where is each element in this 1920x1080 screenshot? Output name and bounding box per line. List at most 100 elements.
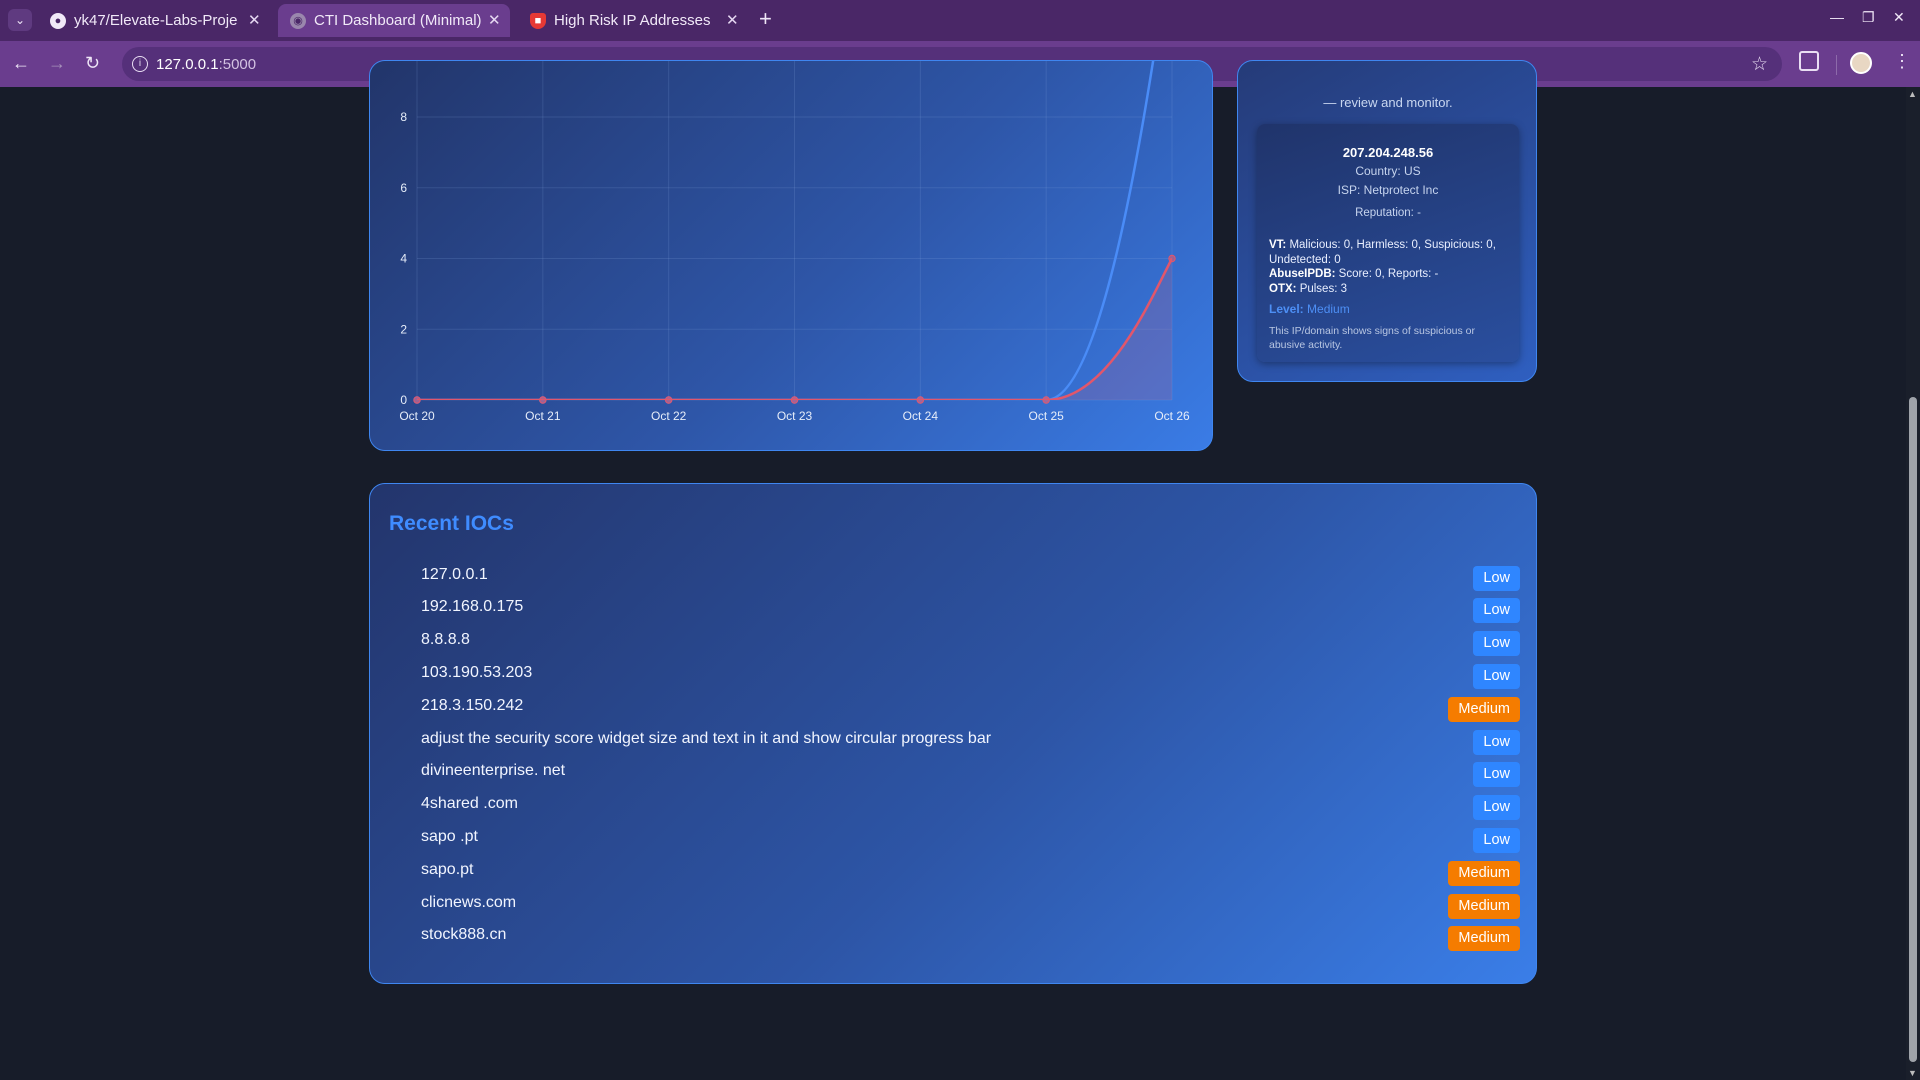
scroll-thumb[interactable] — [1909, 397, 1917, 1062]
ioc-value: sapo.pt — [421, 861, 474, 878]
globe-icon: ◉ — [290, 13, 306, 29]
severity-badge: Low — [1473, 762, 1520, 787]
list-item: 8.8.8.8 Low — [370, 627, 1538, 657]
list-item: 4shared .com Low — [370, 791, 1538, 821]
ioc-value: 8.8.8.8 — [421, 631, 470, 648]
severity-badge: Medium — [1448, 894, 1520, 919]
abuse-label: AbuseIPDB: — [1269, 268, 1336, 280]
tab-high-risk-ip[interactable]: ■ High Risk IP Addresses ✕ — [518, 4, 750, 37]
level-value: Medium — [1307, 302, 1350, 316]
tab-search-button[interactable]: ⌄ — [8, 9, 32, 31]
y-tick-label: 2 — [400, 322, 407, 336]
list-item: 103.190.53.203 Low — [370, 660, 1538, 690]
scroll-up-arrow-icon[interactable]: ▲ — [1908, 89, 1917, 99]
x-tick-label: Oct 25 — [1028, 409, 1064, 423]
page-scrollbar[interactable]: ▲ ▼ — [1906, 87, 1920, 1080]
recent-iocs-title: Recent IOCs — [389, 512, 514, 535]
vt-text: Malicious: 0, Harmless: 0, Suspicious: 0… — [1269, 239, 1496, 266]
list-item: 192.168.0.175 Low — [370, 594, 1538, 624]
ioc-value: 192.168.0.175 — [421, 598, 524, 615]
data-point — [539, 396, 547, 404]
x-tick-label: Oct 23 — [777, 409, 813, 423]
close-tab-icon[interactable]: ✕ — [726, 11, 739, 29]
tab-label: High Risk IP Addresses — [554, 12, 711, 29]
tab-label: yk47/Elevate-Labs-Proje — [74, 12, 238, 29]
ioc-ip: 207.204.248.56 — [1342, 145, 1434, 160]
back-button[interactable]: ← — [12, 53, 30, 74]
ioc-value: 103.190.53.203 — [421, 664, 533, 681]
data-point — [790, 396, 799, 404]
data-point — [664, 396, 673, 404]
ioc-value: stock888.cn — [421, 926, 507, 943]
severity-badge: Low — [1473, 664, 1520, 689]
ioc-trend-chart: 0 2 4 6 8 Oct 20 Oct 21 Oct 22 Oct 23 Oct 24 Oct 2… — [399, 61, 1190, 423]
extensions-icon[interactable] — [1799, 51, 1819, 71]
ioc-detail-card: 207.204.248.56 Country: US ISP: Netprote… — [1257, 124, 1519, 362]
profile-avatar[interactable] — [1850, 52, 1872, 74]
ioc-note: This IP/domain shows signs of suspicious… — [1269, 325, 1476, 351]
ioc-value: divineenterprise. net — [421, 762, 566, 779]
url-text: 127.0.0.1:5000 — [156, 56, 256, 73]
minimize-button[interactable]: — — [1830, 9, 1844, 25]
data-point — [1168, 254, 1176, 263]
close-window-button[interactable]: ✕ — [1893, 9, 1905, 26]
severity-badge: Medium — [1448, 861, 1520, 886]
data-point — [413, 396, 421, 404]
list-item: stock888.cn Medium — [370, 922, 1538, 952]
otx-label: OTX: — [1269, 282, 1297, 295]
abuse-text: Score: 0, Reports: - — [1338, 268, 1439, 280]
list-item: 127.0.0.1 Low — [370, 562, 1538, 592]
browser-tab-bar: ⌄ ● yk47/Elevate-Labs-Proje ✕ ◉ CTI Dash… — [0, 0, 1920, 41]
otx-text: Pulses: 3 — [1299, 282, 1347, 295]
github-icon: ● — [50, 13, 66, 29]
tab-cti-dashboard[interactable]: ◉ CTI Dashboard (Minimal) ✕ — [278, 4, 510, 37]
shield-icon: ■ — [530, 13, 546, 29]
y-tick-label: 8 — [400, 110, 407, 124]
ioc-value: adjust the security score widget size an… — [421, 730, 992, 747]
severity-badge: Low — [1473, 631, 1520, 656]
restore-button[interactable]: ❐ — [1862, 9, 1875, 26]
new-tab-button[interactable]: + — [759, 6, 772, 32]
latest-ioc-panel: — review and monitor. 207.204.248.56 Cou… — [1237, 60, 1537, 382]
toolbar-divider — [1836, 55, 1837, 75]
ioc-country: Country: US — [1355, 164, 1421, 178]
bookmark-star-icon[interactable]: ☆ — [1751, 53, 1768, 76]
tab-label: CTI Dashboard (Minimal) — [314, 12, 482, 29]
ioc-value: 127.0.0.1 — [421, 566, 488, 583]
reload-button[interactable]: ↻ — [85, 53, 100, 74]
ioc-value: sapo .pt — [421, 828, 478, 845]
x-tick-label: Oct 24 — [903, 409, 939, 423]
vt-result: VT: Malicious: 0, Harmless: 0, Suspiciou… — [1269, 238, 1509, 267]
scroll-down-arrow-icon[interactable]: ▼ — [1908, 1068, 1917, 1078]
url-host: 127.0.0.1 — [156, 56, 219, 73]
data-point — [916, 396, 925, 404]
severity-badge: Low — [1473, 730, 1520, 755]
list-item: clicnews.com Medium — [370, 890, 1538, 920]
abuseipdb-result: AbuseIPDB: Score: 0, Reports: - — [1269, 267, 1509, 282]
severity-badge: Medium — [1448, 697, 1520, 722]
severity-badge: Low — [1473, 598, 1520, 623]
close-tab-icon[interactable]: ✕ — [248, 11, 261, 29]
panel-subtitle: — review and monitor. — [1323, 95, 1453, 110]
y-tick-label: 0 — [400, 393, 407, 407]
list-item: adjust the security score widget size an… — [370, 726, 1538, 756]
ioc-level: Level: Medium — [1269, 302, 1350, 316]
recent-iocs-card: Recent IOCs 127.0.0.1 Low 192.168.0.175 Low… — [369, 483, 1537, 984]
browser-menu-icon[interactable]: ⋮ — [1893, 51, 1911, 72]
x-tick-label: Oct 20 — [399, 409, 435, 423]
list-item: sapo.pt Medium — [370, 857, 1538, 887]
list-item: divineenterprise. net Low — [370, 758, 1538, 788]
ioc-isp: ISP: Netprotect Inc — [1337, 183, 1439, 197]
ioc-value: 4shared .com — [421, 795, 518, 812]
x-tick-label: Oct 22 — [651, 409, 687, 423]
close-tab-icon[interactable]: ✕ — [488, 11, 501, 29]
forward-button[interactable]: → — [48, 53, 66, 74]
ioc-reputation: Reputation: - — [1355, 207, 1421, 219]
list-item: 218.3.150.242 Medium — [370, 693, 1538, 723]
y-tick-label: 4 — [400, 252, 407, 266]
severity-badge: Low — [1473, 566, 1520, 591]
tab-github[interactable]: ● yk47/Elevate-Labs-Proje ✕ — [38, 4, 270, 37]
site-info-icon[interactable]: i — [132, 56, 148, 72]
x-tick-label: Oct 26 — [1154, 409, 1190, 423]
ioc-trend-chart-card: 0 2 4 6 8 Oct 20 Oct 21 Oct 22 Oct 23 Oct 24 Oct 2… — [369, 60, 1213, 451]
